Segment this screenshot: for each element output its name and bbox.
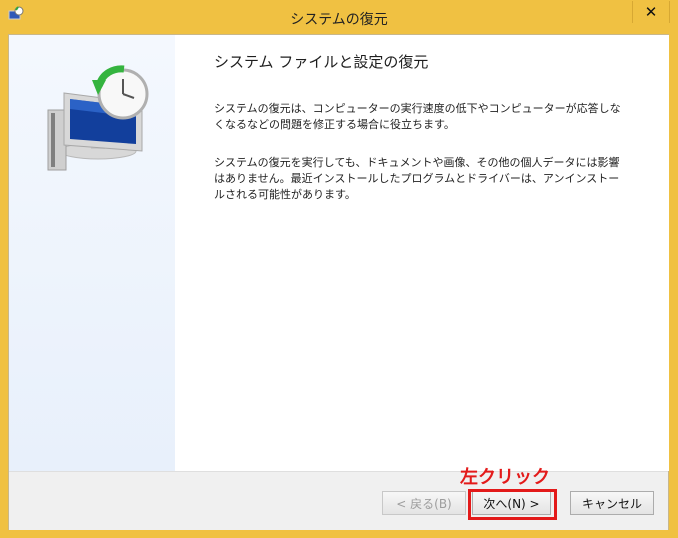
next-button-highlight — [468, 489, 557, 520]
page-title: システム ファイルと設定の復元 — [214, 53, 429, 71]
close-icon: ✕ — [644, 3, 658, 21]
title-bar[interactable]: システムの復元 ✕ — [0, 0, 678, 34]
main-content: システム ファイルと設定の復元 システムの復元は、コンピューターの実行速度の低下… — [175, 35, 669, 471]
cancel-button[interactable]: キャンセル — [570, 491, 654, 515]
close-button[interactable]: ✕ — [632, 1, 670, 23]
left-sidebar-panel — [9, 35, 176, 471]
button-bar: < 戻る(B) 次へ(N) > キャンセル — [9, 471, 668, 530]
click-annotation: 左クリック — [460, 467, 550, 488]
dialog-client-area: システム ファイルと設定の復元 システムの復元は、コンピューターの実行速度の低下… — [8, 34, 669, 530]
window-title: システムの復元 — [290, 12, 388, 28]
back-button[interactable]: < 戻る(B) — [382, 491, 466, 515]
computer-clock-icon — [46, 65, 151, 175]
system-restore-window: システムの復元 ✕ システム ファイルと設定の復元 システムの復元は、コンピュー… — [0, 0, 678, 538]
description-paragraph: システムの復元は、コンピューターの実行速度の低下やコンピューターが応答しなくなる… — [214, 102, 621, 131]
warning-paragraph: システムの復元を実行しても、ドキュメントや画像、その他の個人データには影響はあり… — [214, 156, 620, 201]
